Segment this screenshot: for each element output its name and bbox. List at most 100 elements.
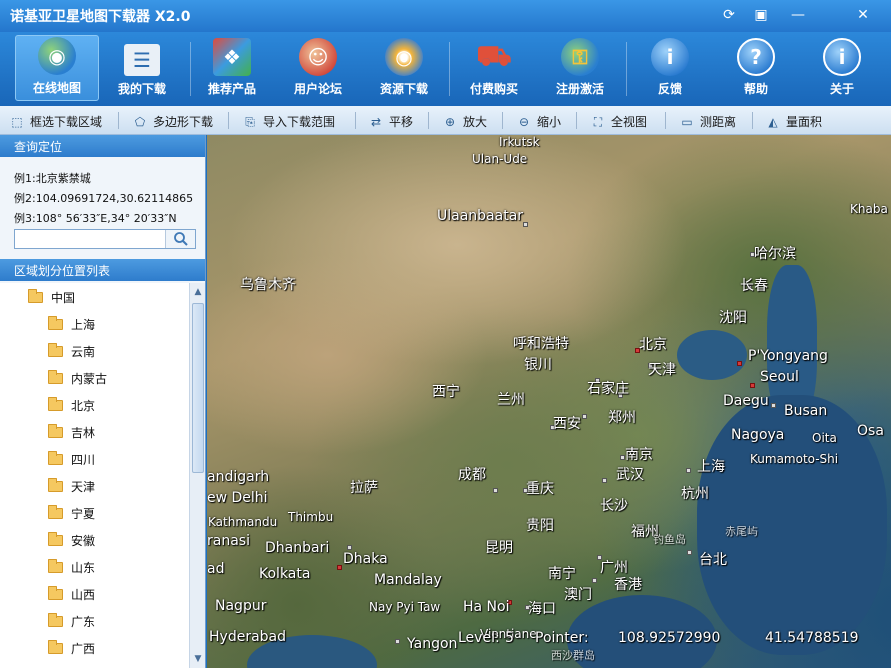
close-icon[interactable]: ✕ — [851, 4, 875, 26]
scroll-down-icon[interactable]: ▼ — [193, 654, 203, 664]
polygon-icon: ⬠ — [134, 114, 146, 129]
tree-node[interactable]: 宁夏 — [48, 505, 95, 522]
tree-node-label: 四川 — [71, 453, 96, 467]
tree-node-label: 内蒙古 — [71, 372, 108, 386]
online-map-button[interactable]: ◉ 在线地图 — [15, 35, 99, 101]
toolbar-label: 关于 — [829, 82, 854, 96]
tool-label: 测距离 — [700, 115, 737, 129]
map-label: Yangon — [407, 636, 458, 652]
tree-node[interactable]: 广西 — [48, 640, 95, 657]
query-example-2: 例2:104.09691724,30.62114865 — [14, 192, 194, 205]
measure-distance-button[interactable]: ▭ 测距离 — [680, 113, 736, 130]
map-label: Thimbu — [288, 510, 334, 524]
tree-node[interactable]: 吉林 — [48, 424, 95, 441]
tree-node[interactable]: 云南 — [48, 343, 95, 360]
help-button[interactable]: ? 帮助 — [714, 35, 798, 101]
region-tree: 中国 上海 云南 内蒙古 北京 吉林 四川 天津 宁夏 安徽 山东 山西 广东 … — [0, 283, 189, 668]
tree-node[interactable]: 天津 — [48, 478, 95, 495]
city-dot — [686, 468, 691, 473]
zoom-in-button[interactable]: ⊕ 放大 — [443, 113, 487, 130]
measure-area-button[interactable]: ◭ 量面积 — [766, 113, 822, 130]
pan-button[interactable]: ⇄ 平移 — [369, 113, 413, 130]
map-label: 西安 — [553, 416, 581, 432]
tool-divider — [502, 112, 503, 129]
tree-node[interactable]: 山西 — [48, 586, 95, 603]
capital-dot — [737, 361, 742, 366]
my-downloads-button[interactable]: ☰ 我的下载 — [100, 35, 184, 101]
map-label: 拉萨 — [350, 480, 378, 496]
scrollbar-thumb[interactable] — [192, 303, 204, 473]
map-label: 银川 — [524, 357, 552, 373]
menu-icon[interactable]: ▣ — [749, 4, 773, 26]
satellite-map[interactable]: Irkutsk Ulan-Ude Khaba Ulaanbaatar 哈尔滨 乌… — [207, 135, 891, 668]
tree-node[interactable]: 北京 — [48, 397, 95, 414]
bohai-sea — [677, 330, 747, 380]
location-search-input[interactable] — [14, 229, 196, 249]
map-label: 乌鲁木齐 — [240, 277, 296, 293]
tree-node[interactable]: 安徽 — [48, 532, 95, 549]
map-label: ranasi — [207, 533, 250, 549]
import-range-button[interactable]: ⎘ 导入下载范围 — [243, 113, 335, 130]
tree-node-label: 广东 — [71, 615, 96, 629]
toolbar-label: 在线地图 — [32, 81, 81, 95]
folder-icon — [48, 343, 63, 357]
recommended-products-button[interactable]: ❖ 推荐产品 — [190, 35, 274, 101]
map-label: Oita — [812, 431, 837, 445]
feedback-button[interactable]: i 反馈 — [628, 35, 712, 101]
user-forum-button[interactable]: ☺ 用户论坛 — [276, 35, 360, 101]
full-view-button[interactable]: ⛶ 全视图 — [591, 113, 647, 130]
map-label: Nagpur — [215, 598, 267, 614]
tool-divider — [576, 112, 577, 129]
full-view-icon: ⛶ — [593, 114, 603, 129]
zoom-out-icon: ⊖ — [518, 114, 530, 129]
update-icon[interactable]: ⟳ — [717, 4, 741, 26]
map-label: 南宁 — [548, 566, 576, 582]
tool-divider — [665, 112, 666, 129]
tree-node[interactable]: 广东 — [48, 613, 95, 630]
tree-node[interactable]: 上海 — [48, 316, 95, 333]
map-label: Kathmandu — [208, 515, 278, 529]
capital-dot — [750, 383, 755, 388]
tree-node-label: 北京 — [71, 399, 96, 413]
map-label: Ulan-Ude — [472, 152, 528, 166]
toolbar-divider — [626, 42, 627, 96]
city-dot — [687, 550, 692, 555]
tree-node-label: 上海 — [71, 318, 96, 332]
tree-scrollbar[interactable]: ▲ ▼ — [189, 283, 205, 668]
about-button[interactable]: i 关于 — [800, 35, 884, 101]
map-label: 成都 — [458, 467, 486, 483]
tool-label: 多边形下载 — [153, 115, 214, 129]
purchase-button[interactable]: ⛟ 付费购买 — [452, 35, 536, 101]
map-label: 北京 — [639, 337, 667, 353]
tree-node[interactable]: 山东 — [48, 559, 95, 576]
resource-download-button[interactable]: ◎ 资源下载 — [362, 35, 446, 101]
tree-node[interactable]: 内蒙古 — [48, 370, 107, 387]
scroll-up-icon[interactable]: ▲ — [193, 287, 203, 297]
city-dot — [523, 222, 528, 227]
search-button[interactable] — [165, 230, 195, 248]
folder-icon — [48, 370, 63, 384]
query-header: 查询定位 — [0, 135, 205, 157]
register-activate-button[interactable]: ⚿ 注册激活 — [538, 35, 622, 101]
polygon-download-button[interactable]: ⬠ 多边形下载 — [133, 113, 213, 130]
tool-label: 放大 — [463, 115, 488, 129]
rect-select-button[interactable]: ⬚ 框选下载区域 — [10, 113, 102, 130]
toolbar-label: 反馈 — [657, 82, 682, 96]
tree-node-root[interactable]: 中国 — [28, 289, 75, 306]
tool-label: 全视图 — [611, 115, 648, 129]
zoom-in-icon: ⊕ — [444, 114, 456, 129]
disc-icon: ◎ — [385, 38, 423, 76]
tree-node-label: 天津 — [71, 480, 96, 494]
zoom-out-button[interactable]: ⊖ 缩小 — [517, 113, 561, 130]
map-label: 南京 — [625, 447, 653, 463]
map-label: 杭州 — [681, 486, 709, 502]
city-dot — [602, 478, 607, 483]
map-label: 澳门 — [564, 587, 592, 603]
pointer-longitude: 108.92572990 — [618, 630, 721, 646]
map-label: ad — [207, 561, 225, 577]
minimize-icon[interactable]: — — [786, 4, 810, 26]
map-label: ew Delhi — [207, 490, 268, 506]
tree-node[interactable]: 四川 — [48, 451, 95, 468]
folder-icon — [48, 478, 63, 492]
tree-node-label: 中国 — [51, 291, 76, 305]
